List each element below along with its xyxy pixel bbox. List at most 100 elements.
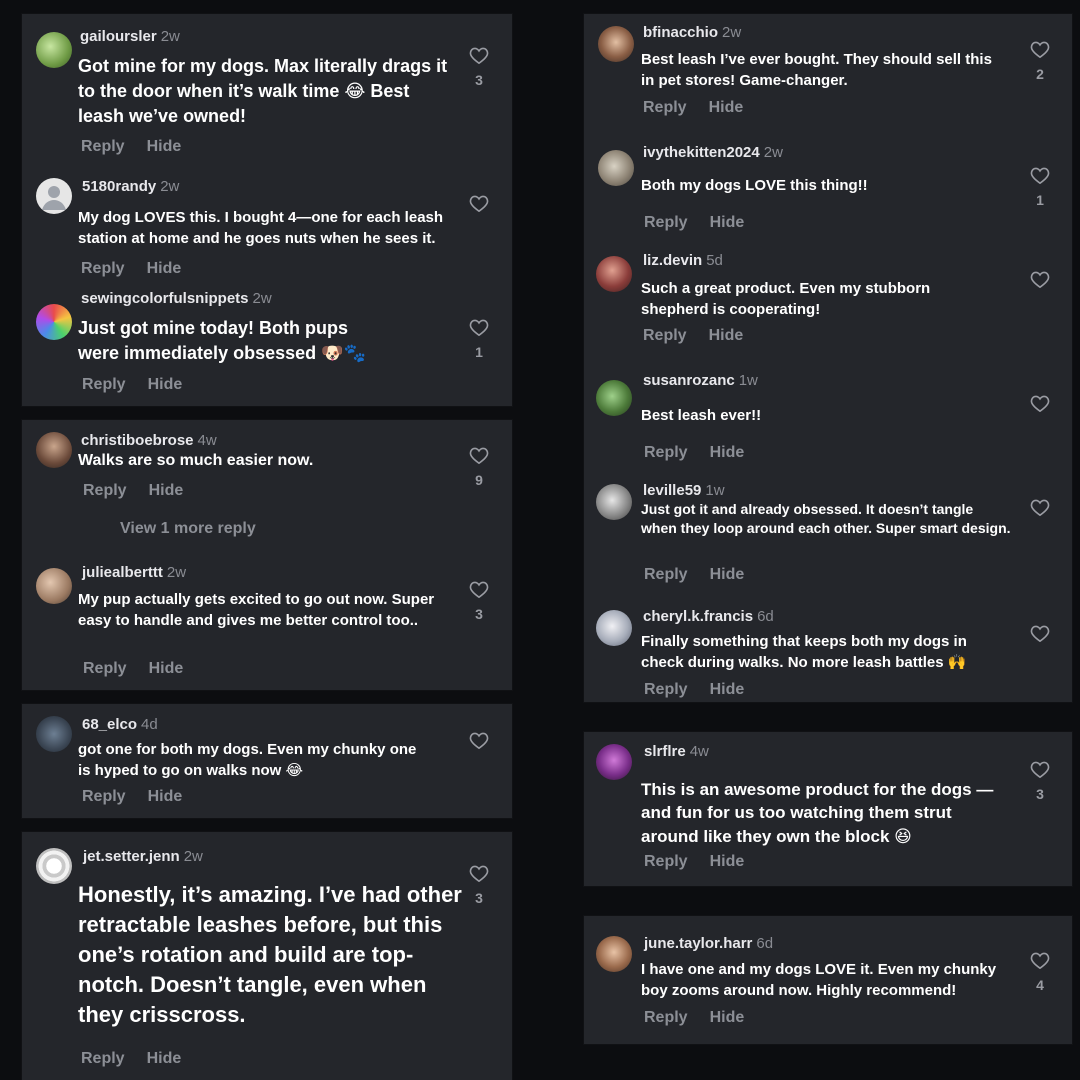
avatar[interactable] [36, 432, 72, 468]
reply-button[interactable]: Reply [83, 482, 127, 499]
heart-icon [1030, 167, 1050, 184]
avatar[interactable] [596, 744, 632, 780]
like-count: 3 [1036, 786, 1044, 802]
like-button[interactable]: 3 [1028, 760, 1052, 802]
hide-button[interactable]: Hide [710, 853, 745, 870]
avatar[interactable] [36, 304, 72, 340]
reply-button[interactable]: Reply [81, 260, 125, 277]
hide-button[interactable]: Hide [148, 788, 183, 805]
like-button[interactable]: 1 [467, 318, 491, 360]
comment-username[interactable]: christiboebrose 4w [81, 432, 217, 449]
heart-icon [469, 447, 489, 464]
reply-button[interactable]: Reply [81, 138, 125, 155]
comment-actions: Reply Hide [83, 482, 183, 500]
hide-button[interactable]: Hide [709, 99, 744, 116]
like-count: 9 [475, 472, 483, 488]
comment-actions: Reply Hide [81, 260, 181, 278]
comment-text: Honestly, it’s amazing. I’ve had other r… [78, 882, 462, 1027]
comment-card: jet.setter.jenn 2w Honestly, it’s amazing… [22, 832, 512, 1080]
like-button[interactable] [1028, 624, 1052, 642]
hide-button[interactable]: Hide [149, 482, 184, 499]
comment-username[interactable]: ivythekitten2024 2w [643, 144, 783, 161]
reply-button[interactable]: Reply [643, 327, 687, 344]
comment-username[interactable]: gailoursler 2w [80, 28, 180, 45]
comment-username[interactable]: june.taylor.harr 6d [644, 935, 773, 952]
comment-timestamp: 6d [756, 935, 774, 952]
hide-button[interactable]: Hide [147, 260, 182, 277]
comment-username[interactable]: cheryl.k.francis 6d [643, 608, 774, 625]
comment-actions: Reply Hide [644, 853, 744, 871]
comment-timestamp: 2w [166, 564, 187, 581]
comment-username[interactable]: sewingcolorfulsnippets 2w [81, 290, 272, 307]
reply-button[interactable]: Reply [644, 566, 688, 583]
heart-icon [469, 581, 489, 598]
hide-button[interactable]: Hide [710, 214, 745, 231]
avatar[interactable] [596, 256, 632, 292]
like-count: 1 [475, 344, 483, 360]
comment-timestamp: 2w [160, 28, 180, 45]
comment-actions: Reply Hide [644, 681, 744, 699]
like-button[interactable]: 3 [467, 864, 491, 906]
like-button[interactable] [467, 194, 491, 212]
comment-timestamp: 6d [757, 608, 774, 625]
avatar[interactable] [598, 26, 634, 62]
avatar[interactable] [36, 716, 72, 752]
comment-username[interactable]: 5180randy 2w [82, 178, 179, 195]
hide-button[interactable]: Hide [710, 681, 745, 698]
comment-username[interactable]: slrflre 4w [644, 743, 709, 760]
avatar[interactable] [596, 380, 632, 416]
like-button[interactable] [1028, 394, 1052, 412]
reply-button[interactable]: Reply [644, 214, 688, 231]
avatar[interactable] [596, 484, 632, 520]
comment-card: christiboebrose 4w Walks are so much easi… [22, 420, 512, 690]
reply-button[interactable]: Reply [644, 444, 688, 461]
reply-button[interactable]: Reply [644, 681, 688, 698]
hide-button[interactable]: Hide [710, 444, 745, 461]
avatar[interactable] [36, 32, 72, 68]
avatar[interactable] [36, 848, 72, 884]
comment-username[interactable]: jet.setter.jenn 2w [83, 848, 203, 865]
hide-button[interactable]: Hide [148, 376, 183, 393]
view-more-replies[interactable]: View 1 more reply [120, 520, 256, 538]
comment-username[interactable]: bfinacchio 2w [643, 24, 741, 41]
heart-icon [1030, 41, 1050, 58]
hide-button[interactable]: Hide [710, 1009, 745, 1026]
comment-text: My pup actually gets excited to go out n… [78, 591, 435, 629]
reply-button[interactable]: Reply [82, 788, 126, 805]
like-button[interactable]: 3 [467, 46, 491, 88]
like-button[interactable]: 9 [467, 446, 491, 488]
comment-text: I have one and my dogs LOVE it. Even my … [641, 961, 997, 999]
comment-username[interactable]: liz.devin 5d [643, 252, 723, 269]
hide-button[interactable]: Hide [147, 1050, 182, 1067]
hide-button[interactable]: Hide [149, 660, 184, 677]
like-button[interactable] [467, 731, 491, 749]
heart-icon [1030, 499, 1050, 516]
reply-button[interactable]: Reply [82, 376, 126, 393]
comment-card: bfinacchio 2w Best leash I’ve ever bought… [584, 14, 1072, 702]
avatar[interactable] [598, 150, 634, 186]
comment-timestamp: 2w [763, 144, 783, 161]
avatar[interactable] [36, 568, 72, 604]
comment-username[interactable]: 68_elco 4d [82, 716, 158, 733]
comment-username[interactable]: leville59 1w [643, 482, 725, 499]
reply-button[interactable]: Reply [643, 99, 687, 116]
like-button[interactable]: 3 [467, 580, 491, 622]
like-button[interactable]: 2 [1028, 40, 1052, 82]
avatar[interactable] [596, 936, 632, 972]
like-button[interactable]: 1 [1028, 166, 1052, 208]
reply-button[interactable]: Reply [81, 1050, 125, 1067]
avatar[interactable] [596, 610, 632, 646]
like-button[interactable] [1028, 498, 1052, 516]
heart-icon [1030, 271, 1050, 288]
hide-button[interactable]: Hide [147, 138, 182, 155]
reply-button[interactable]: Reply [83, 660, 127, 677]
like-button[interactable] [1028, 270, 1052, 288]
hide-button[interactable]: Hide [710, 566, 745, 583]
comment-username[interactable]: juliealberttt 2w [82, 564, 186, 581]
comment-username[interactable]: susanrozanc 1w [643, 372, 758, 389]
avatar[interactable] [36, 178, 72, 214]
reply-button[interactable]: Reply [644, 853, 688, 870]
reply-button[interactable]: Reply [644, 1009, 688, 1026]
hide-button[interactable]: Hide [709, 327, 744, 344]
like-button[interactable]: 4 [1028, 951, 1052, 993]
